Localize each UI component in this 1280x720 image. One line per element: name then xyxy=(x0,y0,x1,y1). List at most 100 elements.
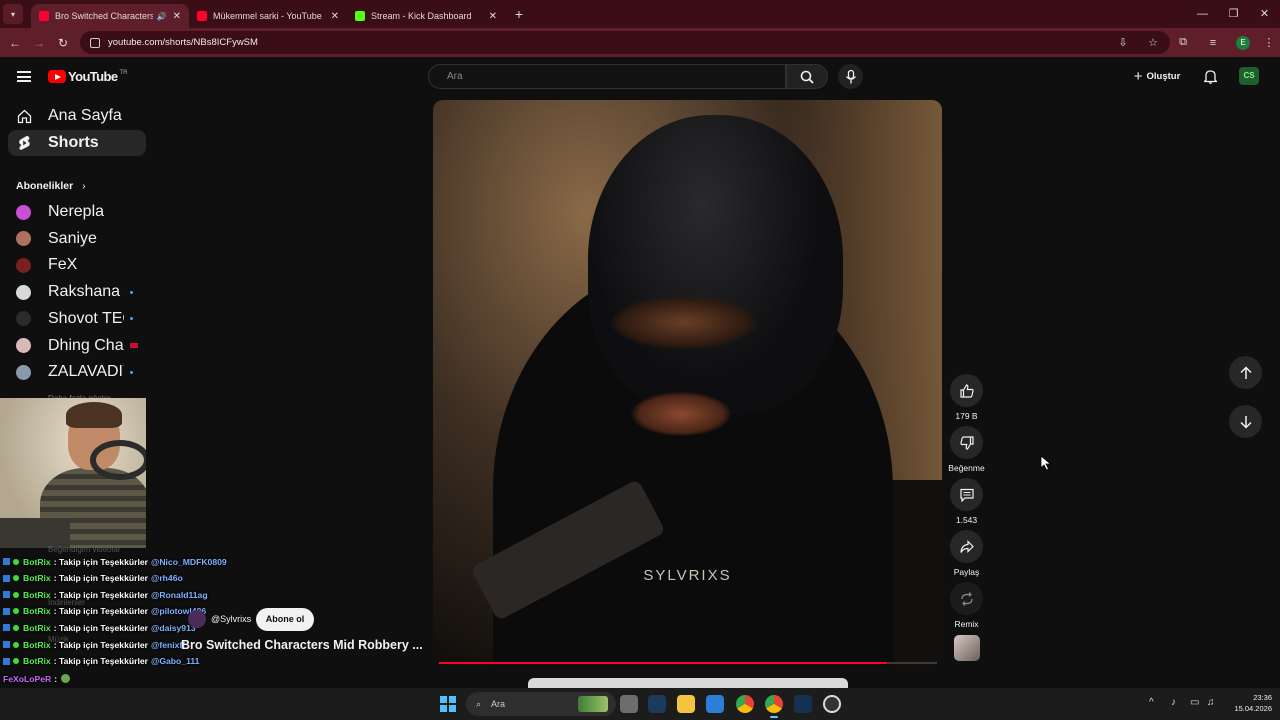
chat-message: BotRix: Takip için Teşekkürler @pilotowl4… xyxy=(3,604,206,619)
share-label: Paylaş xyxy=(953,567,980,577)
short-title[interactable]: Bro Switched Characters Mid Robbery ... xyxy=(181,638,423,652)
subscription-name: Nerepla xyxy=(48,203,105,220)
subscription-item[interactable]: ZALAVADIYA HIT... xyxy=(8,359,146,385)
tab-title: Bro Switched Characters Mid Robbery xyxy=(55,11,153,21)
reload-icon[interactable]: ↻ xyxy=(51,36,75,50)
back-icon[interactable]: ← xyxy=(3,36,27,50)
like-button[interactable] xyxy=(950,374,983,407)
sidebar-item-home[interactable]: Ana Sayfa xyxy=(8,103,146,129)
short-channel[interactable]: @Sylvrixs xyxy=(188,610,251,628)
close-tab-icon[interactable]: ✕ xyxy=(489,11,497,22)
tab-shorts-video[interactable]: Bro Switched Characters Mid Robbery 🔊 ✕ xyxy=(31,4,189,28)
close-window-icon[interactable]: ✕ xyxy=(1249,0,1280,28)
steam-client-icon[interactable] xyxy=(794,695,812,713)
bell-icon xyxy=(1203,69,1217,84)
comments-button[interactable] xyxy=(950,478,983,511)
verified-dot-icon xyxy=(13,608,19,615)
youtube-logo[interactable]: YouTube TR xyxy=(48,69,127,84)
account-avatar[interactable]: CS xyxy=(1239,67,1259,85)
chrome-active-icon[interactable] xyxy=(765,695,783,718)
video-progress-bar[interactable] xyxy=(439,662,937,664)
media-control-icon[interactable]: ≡ xyxy=(1198,37,1228,49)
subscription-item[interactable]: Dhing Channel xyxy=(8,333,146,359)
remix-button[interactable] xyxy=(950,582,983,615)
share-icon xyxy=(959,539,974,553)
notifications-button[interactable] xyxy=(1200,66,1220,86)
remix-label: Remix xyxy=(954,619,979,629)
search-highlight-art xyxy=(578,696,608,712)
tab-mukemmel-sarki[interactable]: Mükemmel sarki - YouTube ✕ xyxy=(189,4,347,28)
restore-icon[interactable]: ❐ xyxy=(1218,0,1249,28)
windows-start-icon[interactable] xyxy=(440,696,456,712)
taskbar-clock[interactable]: 23:36 15.04.2026 xyxy=(1222,692,1272,714)
file-explorer-icon[interactable] xyxy=(677,695,695,713)
comment-icon xyxy=(959,488,974,502)
short-video-player[interactable]: SYLVRIXS xyxy=(433,100,942,665)
tab-title: Stream - Kick Dashboard xyxy=(371,11,472,21)
install-app-icon[interactable]: ⇩ xyxy=(1108,36,1138,49)
volume-tray-icon[interactable]: ♫ xyxy=(1207,697,1215,708)
create-label: Oluştur xyxy=(1146,71,1181,82)
remix-icon xyxy=(960,591,973,606)
hamburger-menu-icon[interactable] xyxy=(17,71,31,82)
thumbs-up-icon xyxy=(959,383,974,398)
voice-search-button[interactable] xyxy=(838,64,863,89)
taskbar-search[interactable]: ⌕ Ara xyxy=(466,692,616,716)
share-action: Paylaş xyxy=(950,530,983,577)
channel-avatar[interactable] xyxy=(188,610,206,628)
dislike-button[interactable] xyxy=(950,426,983,459)
channel-avatar xyxy=(16,338,31,353)
display-tray-icon[interactable]: ▭ xyxy=(1190,697,1199,708)
kick-favicon-icon xyxy=(355,11,365,21)
remix-action: Remix xyxy=(950,582,983,629)
previous-short-button[interactable] xyxy=(1229,356,1262,389)
tab-search-button[interactable]: ▾ xyxy=(3,4,23,24)
minimize-icon[interactable]: — xyxy=(1187,0,1218,28)
steam-icon[interactable] xyxy=(648,695,666,713)
browser-menu-icon[interactable]: ⋮ xyxy=(1258,36,1280,49)
forward-icon[interactable]: → xyxy=(27,36,51,50)
microphone-tray-icon[interactable]: ♪ xyxy=(1171,697,1176,708)
chat-username: BotRix xyxy=(23,556,51,567)
tab-kick-dashboard[interactable]: Stream - Kick Dashboard ✕ xyxy=(347,4,505,28)
speaker-icon[interactable]: 🔊 xyxy=(157,12,167,21)
tray-overflow-icon[interactable]: ^ xyxy=(1149,697,1154,708)
chat-mention: @Ronald11ag xyxy=(150,589,208,600)
tab-title: Mükemmel sarki - YouTube xyxy=(213,11,322,21)
chat-message: FeXoLoPeR: xyxy=(3,671,71,686)
profile-avatar[interactable]: E xyxy=(1236,35,1250,50)
sound-thumbnail[interactable] xyxy=(954,635,980,661)
site-info-icon[interactable] xyxy=(90,37,100,48)
address-toolbar: ← → ↻ youtube.com/shorts/NBs8ICFywSM ⇩ ☆… xyxy=(0,28,1280,57)
sidebar-item-shorts[interactable]: Shorts xyxy=(8,130,146,156)
subscription-item[interactable]: Rakshana TV LIVE xyxy=(8,279,146,305)
taskbar-search-placeholder: Ara xyxy=(491,699,506,709)
channel-avatar xyxy=(16,231,31,247)
url-bar[interactable]: youtube.com/shorts/NBs8ICFywSM xyxy=(80,31,1170,54)
subscriptions-header[interactable]: Abonelikler › xyxy=(16,180,86,192)
subscription-item[interactable]: Saniye xyxy=(8,226,146,252)
create-button[interactable]: + Oluştur xyxy=(1126,64,1188,89)
subscribe-button[interactable]: Abone ol xyxy=(256,608,314,631)
bookmark-star-icon[interactable]: ☆ xyxy=(1138,36,1168,49)
subscription-item[interactable]: FeX xyxy=(8,252,146,278)
subscription-item[interactable]: Nerepla xyxy=(8,199,146,225)
chat-username: BotRix xyxy=(23,589,51,600)
obs-icon[interactable] xyxy=(823,695,841,713)
task-view-icon[interactable] xyxy=(620,695,638,713)
share-button[interactable] xyxy=(950,530,983,563)
new-content-dot xyxy=(130,290,133,294)
channel-handle[interactable]: @Sylvrixs xyxy=(211,614,251,624)
new-tab-button[interactable]: + xyxy=(509,6,529,22)
subscription-item[interactable]: Shovot TECNO P... xyxy=(8,306,146,332)
next-short-button[interactable] xyxy=(1229,405,1262,438)
microsoft-store-icon[interactable] xyxy=(706,695,724,713)
close-tab-icon[interactable]: ✕ xyxy=(331,11,339,22)
extensions-icon[interactable]: ⧉ xyxy=(1168,36,1198,49)
search-button[interactable] xyxy=(786,64,828,89)
chrome-icon[interactable] xyxy=(736,695,754,713)
search-input[interactable]: Ara xyxy=(428,64,786,89)
chat-message: BotRix: Takip için Teşekkürler @daisy913 xyxy=(3,620,196,635)
close-tab-icon[interactable]: ✕ xyxy=(173,11,181,22)
chat-username: BotRix xyxy=(23,639,51,650)
